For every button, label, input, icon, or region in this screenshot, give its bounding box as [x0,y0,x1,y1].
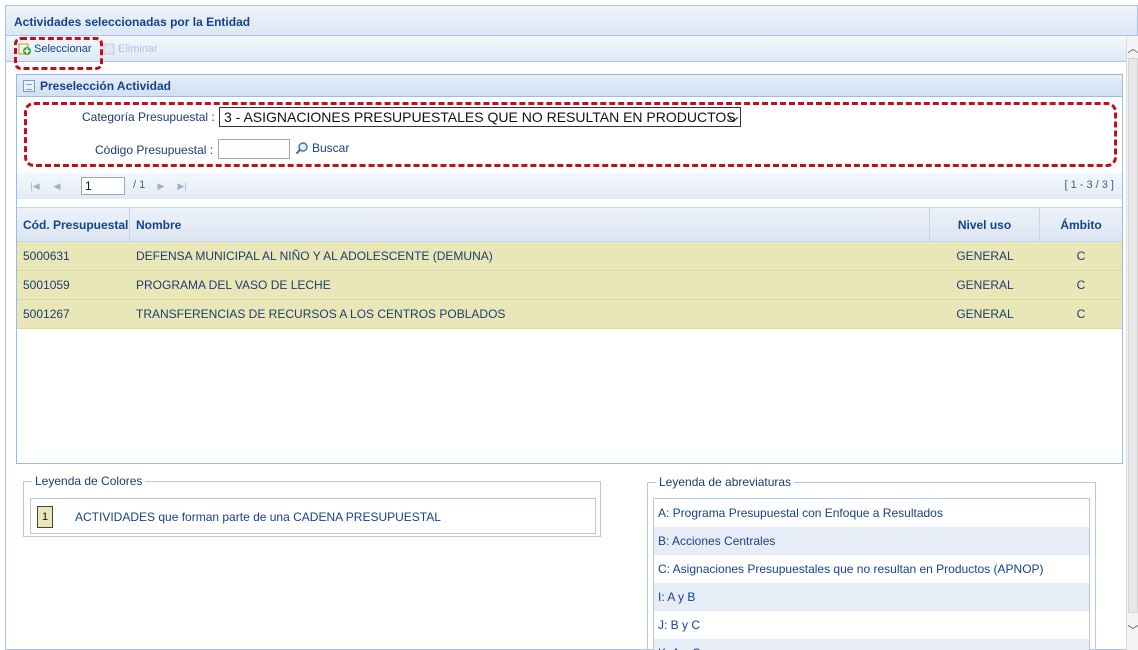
toolbar: Seleccionar Eliminar [6,36,1126,62]
page-input[interactable]: 1 [81,177,125,195]
color-swatch: 1 [37,506,53,528]
activities-grid: Cód. Presupuestal Nombre Nivel uso Ámbit… [17,207,1122,463]
cell-code: 5001267 [23,307,70,321]
cell-code: 5001059 [23,278,70,292]
window-title: Actividades seleccionadas por la Entidad [6,6,1137,36]
abbreviation-legend-title: Leyenda de abreviaturas [659,475,792,489]
cell-name: TRANSFERENCIAS DE RECURSOS A LOS CENTROS… [136,307,506,321]
table-row[interactable]: 5001267 TRANSFERENCIAS DE RECURSOS A LOS… [17,300,1122,329]
cell-name: DEFENSA MUNICIPAL AL NIÑO Y AL ADOLESCEN… [136,249,493,263]
cell-code: 5000631 [23,249,70,263]
list-item: B: Acciones Centrales [654,527,1089,555]
cell-scope: C [1076,249,1086,263]
prev-page-icon[interactable]: ◀ [49,178,65,194]
column-header-code[interactable]: Cód. Presupuestal [17,208,130,241]
cell-level: GENERAL [956,249,1014,263]
next-page-icon[interactable]: ▶ [153,178,169,194]
scroll-up-icon[interactable]: ︿ [1127,42,1138,56]
cell-level: GENERAL [956,278,1014,292]
page-total: / 1 [133,179,146,191]
color-legend: Leyenda de Colores 1 ACTIVIDADES que for… [23,474,601,537]
column-header-level[interactable]: Nivel uso [930,208,1040,241]
panel-title: Preselección Actividad [40,78,171,93]
scrollbar[interactable]: ︿ ﹀ [1126,36,1138,650]
table-row[interactable]: 5000631 DEFENSA MUNICIPAL AL NIÑO Y AL A… [17,242,1122,271]
table-row[interactable]: 5001059 PROGRAMA DEL VASO DE LECHE GENER… [17,271,1122,300]
abbreviation-legend: Leyenda de abreviaturas A: Programa Pres… [647,475,1096,650]
column-header-name[interactable]: Nombre [130,208,930,241]
filter-highlight [24,102,1117,167]
list-item: K: A y C [654,639,1089,650]
list-item: A: Programa Presupuestal con Enfoque a R… [658,506,943,520]
list-item: I: A y B [654,583,1089,611]
list-item: J: B y C [658,618,701,632]
page-range: [ 1 - 3 / 3 ] [1064,179,1114,191]
cell-scope: C [1076,278,1086,292]
color-legend-text: ACTIVIDADES que forman parte de una CADE… [75,510,441,524]
scroll-down-icon[interactable]: ﹀ [1127,624,1138,638]
cell-name: PROGRAMA DEL VASO DE LECHE [136,278,331,292]
cell-scope: C [1076,307,1086,321]
list-item: C: Asignaciones Presupuestales que no re… [658,562,1044,576]
last-page-icon[interactable]: ▶| [174,178,190,194]
delete-button-label: Eliminar [118,43,158,55]
delete-icon [102,42,116,56]
abbreviation-list: A: Programa Presupuestal con Enfoque a R… [653,498,1090,650]
pager: |◀ ◀ 1 / 1 ▶ ▶| [ 1 - 3 / 3 ] [17,167,1122,207]
form-icon [23,79,35,92]
pager-toolbar: |◀ ◀ 1 / 1 ▶ ▶| [ 1 - 3 / 3 ] [17,173,1122,199]
column-header-scope[interactable]: Ámbito [1040,208,1122,241]
first-page-icon[interactable]: |◀ [27,178,43,194]
scroll-thumb[interactable] [1128,58,1138,613]
color-legend-title: Leyenda de Colores [35,474,143,488]
select-highlight [14,37,103,70]
cell-level: GENERAL [956,307,1014,321]
grid-header: Cód. Presupuestal Nombre Nivel uso Ámbit… [17,208,1122,242]
color-legend-box: 1 ACTIVIDADES que forman parte de una CA… [30,498,596,534]
panel-header: Preselección Actividad [17,75,1122,97]
delete-button[interactable]: Eliminar [102,40,158,58]
